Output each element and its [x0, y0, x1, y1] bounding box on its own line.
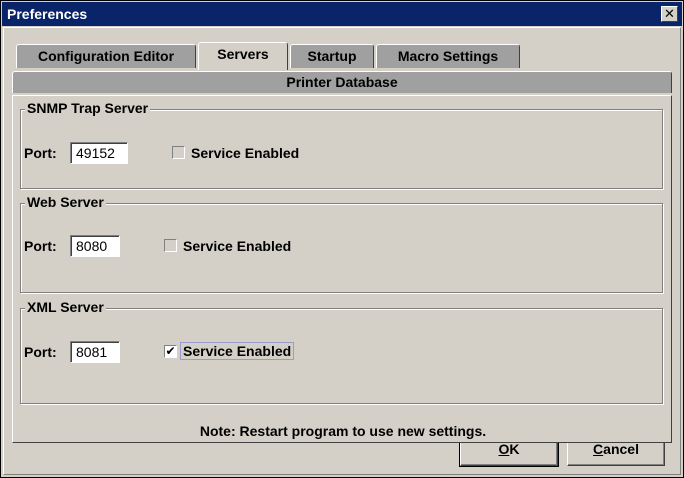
web-server-group: Web Server Port: 8080 Service Enabled	[20, 194, 663, 293]
xml-server-legend: XML Server	[25, 299, 106, 315]
xml-port-label: Port:	[24, 344, 57, 360]
cancel-label-rest: ancel	[603, 441, 639, 457]
ok-mnemonic: O	[498, 441, 510, 457]
snmp-service-enabled-label[interactable]: Service Enabled	[191, 145, 299, 161]
web-server-legend: Web Server	[25, 194, 106, 210]
web-service-enabled-checkbox[interactable]	[164, 239, 177, 252]
snmp-port-input[interactable]: 49152	[70, 142, 128, 164]
cancel-mnemonic: C	[593, 441, 604, 457]
restart-note: Note: Restart program to use new setting…	[199, 423, 487, 439]
snmp-trap-server-legend: SNMP Trap Server	[25, 100, 151, 116]
tab-configuration-editor[interactable]: Configuration Editor	[16, 44, 196, 68]
snmp-service-enabled-checkbox[interactable]	[172, 146, 185, 159]
ok-label-rest: K	[509, 441, 520, 457]
web-port-input[interactable]: 8080	[70, 235, 120, 257]
snmp-trap-server-group: SNMP Trap Server Port: 49152 Service Ena…	[20, 100, 663, 189]
xml-service-enabled-label[interactable]: Service Enabled	[179, 342, 295, 360]
tab-macro-settings[interactable]: Macro Settings	[376, 44, 520, 68]
servers-tab-panel: SNMP Trap Server Port: 49152 Service Ena…	[12, 95, 672, 443]
tab-servers[interactable]: Servers	[198, 42, 288, 70]
xml-service-enabled-checkbox[interactable]: ✔	[164, 345, 177, 358]
close-icon[interactable]: ✕	[661, 6, 678, 22]
web-port-label: Port:	[24, 238, 57, 254]
window-title: Preferences	[7, 6, 88, 22]
xml-server-group: XML Server Port: 8081 ✔ Service Enabled	[20, 299, 663, 404]
title-bar[interactable]: Preferences ✕	[2, 2, 682, 26]
web-service-enabled-label[interactable]: Service Enabled	[183, 238, 291, 254]
preferences-dialog: Preferences ✕ Configuration Editor Serve…	[0, 0, 684, 478]
xml-port-input[interactable]: 8081	[70, 341, 120, 363]
tab-printer-database[interactable]: Printer Database	[12, 71, 672, 93]
tab-startup[interactable]: Startup	[290, 44, 374, 68]
dialog-client: Configuration Editor Servers Startup Mac…	[3, 27, 681, 475]
snmp-port-label: Port:	[24, 145, 57, 161]
